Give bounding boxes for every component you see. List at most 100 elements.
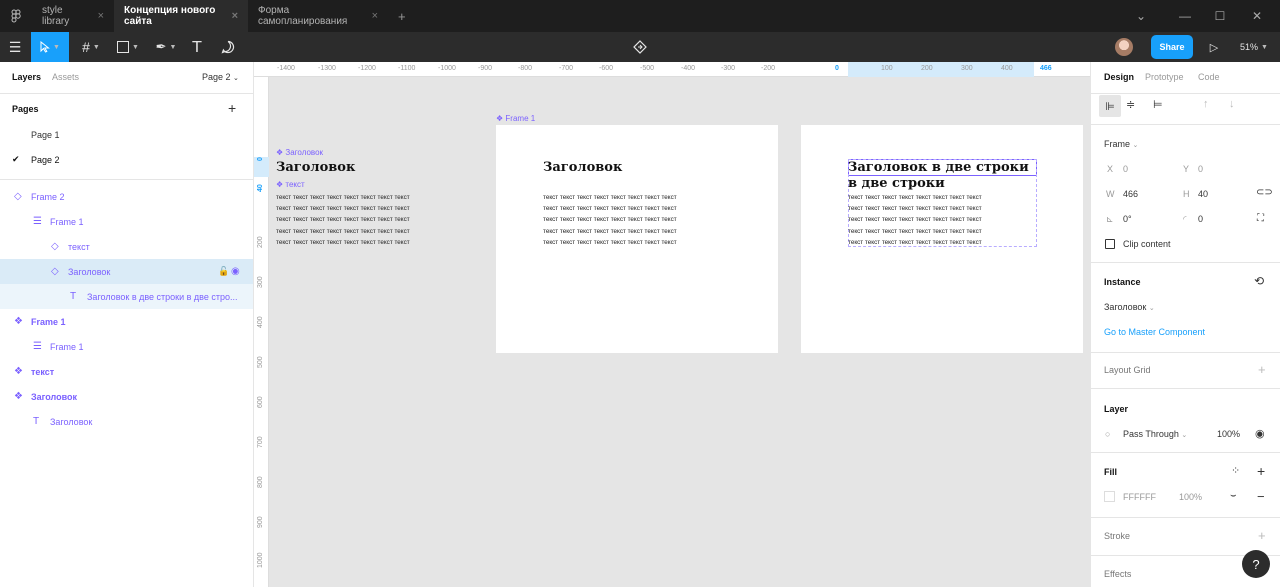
page-item-1[interactable]: Page 1 bbox=[0, 122, 253, 147]
arrow-up-icon[interactable]: ↑ bbox=[1203, 98, 1209, 110]
component-instance-icon[interactable] bbox=[628, 32, 652, 62]
heading-two-lines-instance[interactable]: Заголовок в две строки в две строки bbox=[848, 160, 1033, 192]
tab-site-concept[interactable]: Концепция нового сайта × bbox=[114, 0, 248, 32]
close-tab-icon[interactable]: × bbox=[98, 10, 104, 22]
frame-type-select[interactable]: Frame ⌄ bbox=[1104, 139, 1138, 149]
layer-opacity-input[interactable]: 100% bbox=[1217, 429, 1240, 439]
tab-design[interactable]: Design bbox=[1104, 72, 1134, 82]
avatar[interactable] bbox=[1112, 32, 1136, 62]
add-page-button[interactable]: + bbox=[228, 100, 236, 116]
comment-tool-button[interactable] bbox=[216, 32, 240, 62]
shape-tool-button[interactable]: ▼ bbox=[112, 32, 144, 62]
align-center-icon[interactable]: ≑ bbox=[1126, 98, 1135, 111]
fill-hex-input[interactable]: FFFFFF bbox=[1123, 492, 1156, 502]
layer-heading-instance-selected[interactable]: ◇ Заголовок 🔓 ◉ bbox=[0, 259, 253, 284]
corner-radius-input[interactable]: 0 bbox=[1198, 214, 1203, 224]
blend-icon: ○ bbox=[1105, 429, 1111, 439]
constrain-proportions-icon[interactable]: ⊂⊃ bbox=[1256, 187, 1273, 198]
add-layout-grid-button[interactable]: + bbox=[1258, 362, 1266, 377]
align-left-icon[interactable]: ⊫ bbox=[1099, 95, 1121, 117]
reset-instance-icon[interactable]: ⟲ bbox=[1254, 274, 1264, 288]
new-tab-button[interactable]: + bbox=[388, 0, 416, 32]
clip-content-checkbox[interactable] bbox=[1105, 239, 1115, 249]
zoom-select[interactable]: 51% ▼ bbox=[1234, 32, 1274, 62]
eye-icon[interactable]: ◉ bbox=[231, 266, 240, 277]
maximize-icon[interactable]: ☐ bbox=[1203, 0, 1237, 32]
instance-select[interactable]: Заголовок ⌄ bbox=[1104, 302, 1155, 312]
text-component[interactable]: текст текст текст текст текст текст текс… bbox=[276, 192, 410, 248]
minimize-icon[interactable]: — bbox=[1168, 0, 1202, 32]
add-stroke-button[interactable]: + bbox=[1258, 528, 1266, 543]
align-right-icon[interactable]: ⊨ bbox=[1153, 98, 1163, 111]
tab-style-library[interactable]: style library × bbox=[32, 0, 114, 32]
component-outline-icon: ◇ bbox=[14, 191, 22, 202]
pen-tool-button[interactable]: ✒ ▼ bbox=[150, 32, 182, 62]
heading-component[interactable]: Заголовок bbox=[276, 160, 355, 175]
frame-1-main[interactable]: Заголовок текст текст текст текст текст … bbox=[496, 125, 778, 353]
arrow-down-icon[interactable]: ↓ bbox=[1229, 98, 1235, 110]
component-label-heading[interactable]: ❖ Заголовок bbox=[276, 148, 323, 157]
layout-grid-title: Layout Grid bbox=[1104, 365, 1151, 375]
eye-icon[interactable]: ◉ bbox=[1255, 427, 1265, 440]
page-item-2[interactable]: ✔ Page 2 bbox=[0, 147, 253, 172]
layer-heading-text-child[interactable]: T Заголовок bbox=[0, 409, 253, 434]
go-to-master-link[interactable]: Go to Master Component bbox=[1104, 327, 1205, 337]
move-tool-button[interactable]: ▼ bbox=[31, 32, 69, 62]
component-icon: ❖ bbox=[14, 316, 23, 327]
text-instance[interactable]: текст текст текст текст текст текст текс… bbox=[543, 192, 677, 248]
close-window-icon[interactable]: ✕ bbox=[1240, 0, 1274, 32]
fill-opacity-input[interactable]: 100% bbox=[1179, 492, 1202, 502]
text-line: текст текст текст текст текст текст текс… bbox=[848, 238, 982, 246]
eye-closed-icon[interactable]: ⌣ bbox=[1230, 490, 1237, 501]
frame-2[interactable]: Заголовок в две строки в две строки текс… bbox=[801, 125, 1083, 353]
fill-color-swatch[interactable] bbox=[1104, 491, 1115, 502]
main-menu-icon[interactable]: ☰ bbox=[0, 32, 30, 62]
share-button[interactable]: Share bbox=[1151, 35, 1193, 59]
tab-assets[interactable]: Assets bbox=[52, 72, 79, 82]
rotation-input[interactable]: 0° bbox=[1123, 214, 1132, 224]
layer-frame-1-child[interactable]: ☰ Frame 1 bbox=[0, 334, 253, 359]
ruler-tick-label: -1300 bbox=[318, 65, 336, 72]
heading-instance[interactable]: Заголовок bbox=[543, 160, 622, 175]
layer-heading-text[interactable]: T Заголовок в две строки в две стро... bbox=[0, 284, 253, 309]
text-line: текст текст текст текст текст текст текс… bbox=[848, 194, 982, 201]
close-tab-icon[interactable]: × bbox=[232, 10, 238, 22]
w-input[interactable]: 466 bbox=[1123, 189, 1138, 199]
y-input[interactable]: 0 bbox=[1198, 164, 1203, 174]
frame-tool-button[interactable]: # ▼ bbox=[76, 32, 106, 62]
layer-frame-1-nested[interactable]: ☰ Frame 1 bbox=[0, 209, 253, 234]
text-tool-button[interactable]: T bbox=[186, 32, 208, 62]
tab-code[interactable]: Code bbox=[1198, 72, 1220, 82]
text-instance[interactable]: текст текст текст текст текст текст текс… bbox=[848, 192, 982, 248]
layer-text-instance[interactable]: ◇ текст bbox=[0, 234, 253, 259]
auto-layout-icon: ☰ bbox=[33, 341, 42, 352]
layer-frame-2[interactable]: ◇ Frame 2 bbox=[0, 184, 253, 209]
component-label-text-block[interactable]: ❖ текст bbox=[276, 180, 305, 189]
lock-icon[interactable]: 🔓 bbox=[218, 266, 229, 277]
blend-mode-select[interactable]: Pass Through ⌄ bbox=[1123, 429, 1187, 439]
remove-fill-button[interactable]: − bbox=[1257, 489, 1265, 504]
add-fill-button[interactable]: + bbox=[1257, 463, 1265, 479]
tab-layers[interactable]: Layers bbox=[12, 72, 41, 82]
h-input[interactable]: 40 bbox=[1198, 189, 1208, 199]
page-label: Page 2 bbox=[31, 154, 60, 165]
frame-label[interactable]: ❖ Frame 1 bbox=[496, 114, 535, 123]
x-label: X bbox=[1107, 164, 1114, 174]
layer-frame-1-component[interactable]: ❖ Frame 1 bbox=[0, 309, 253, 334]
layer-heading-component[interactable]: ❖ Заголовок bbox=[0, 384, 253, 409]
figma-logo-icon[interactable] bbox=[0, 0, 32, 32]
styles-grid-icon[interactable]: ⁘ bbox=[1231, 464, 1240, 477]
page-select[interactable]: Page 2 ⌄ bbox=[202, 72, 239, 82]
text-line: текст текст текст текст текст текст текс… bbox=[276, 227, 410, 235]
layer-text-component[interactable]: ❖ текст bbox=[0, 359, 253, 384]
independent-corners-icon[interactable]: ⛶ bbox=[1257, 213, 1264, 224]
zoom-value: 51% bbox=[1240, 42, 1259, 52]
close-tab-icon[interactable]: × bbox=[372, 10, 378, 22]
help-button[interactable]: ? bbox=[1242, 550, 1270, 578]
tab-prototype[interactable]: Prototype bbox=[1145, 72, 1184, 82]
tab-self-planning-form[interactable]: Форма самопланирования × bbox=[248, 0, 388, 32]
clip-content-label: Clip content bbox=[1123, 239, 1171, 249]
chevron-down-icon[interactable]: ⌄ bbox=[1124, 0, 1158, 32]
play-icon[interactable]: ▷ bbox=[1204, 32, 1224, 62]
x-input[interactable]: 0 bbox=[1123, 164, 1128, 174]
